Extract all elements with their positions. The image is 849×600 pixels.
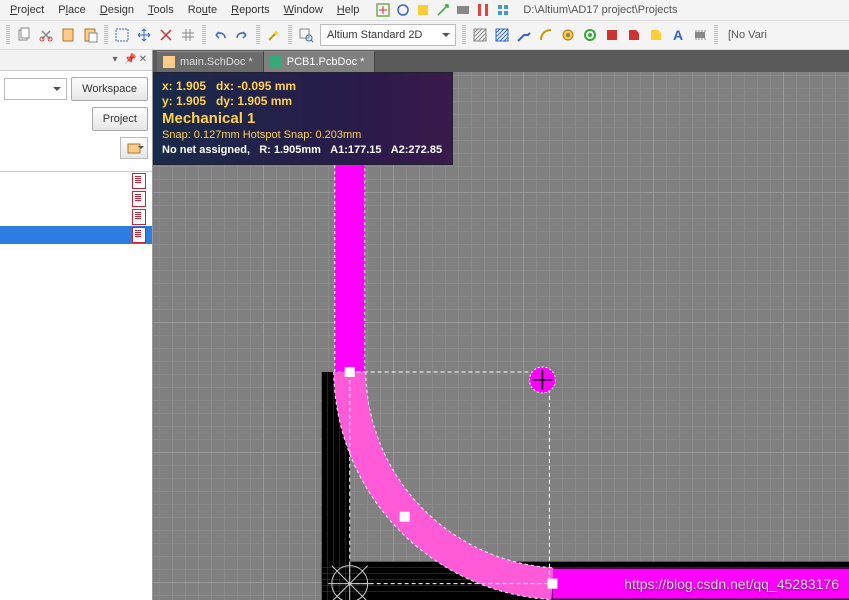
document-icon [132, 173, 146, 189]
select-rect-icon[interactable] [114, 27, 130, 43]
fill-icon[interactable] [604, 27, 620, 43]
list-item[interactable] [0, 172, 152, 190]
grip-icon [714, 25, 718, 45]
tool-icon[interactable] [435, 2, 451, 18]
list-item[interactable] [0, 226, 152, 244]
workspace-button[interactable]: Workspace [71, 77, 148, 101]
handle[interactable] [400, 512, 410, 522]
handle[interactable] [345, 367, 355, 377]
menu-help[interactable]: Help [331, 2, 366, 18]
close-icon[interactable]: ✕ [138, 55, 148, 65]
redo-icon[interactable] [234, 27, 250, 43]
svg-text:A: A [673, 27, 683, 43]
watermark: https://blog.csdn.net/qq_45283176 [624, 576, 839, 592]
workspace-select[interactable] [4, 78, 67, 100]
grip-icon [462, 25, 466, 45]
folder-icon [127, 141, 141, 155]
menu-design[interactable]: Design [94, 2, 140, 18]
handle[interactable] [547, 579, 557, 589]
pad-icon[interactable] [560, 27, 576, 43]
tool-icon[interactable] [395, 2, 411, 18]
move-icon[interactable] [136, 27, 152, 43]
document-tabs: main.SchDoc * PCB1.PcbDoc * [153, 50, 849, 72]
schdoc-icon [163, 56, 175, 68]
paste-icon[interactable] [60, 27, 76, 43]
menu-icon-group [375, 2, 511, 18]
pin-icon[interactable]: 📌 [124, 55, 134, 65]
menu-route[interactable]: Route [182, 2, 223, 18]
view-mode-select[interactable]: Altium Standard 2D [320, 24, 456, 46]
zoom-select-icon[interactable] [298, 27, 314, 43]
grip-icon [6, 25, 10, 45]
grip-icon [256, 25, 260, 45]
document-icon [132, 191, 146, 207]
cut-icon[interactable] [38, 27, 54, 43]
file-list [0, 171, 152, 600]
menu-place[interactable]: Place [52, 2, 92, 18]
undo-icon[interactable] [212, 27, 228, 43]
grip-icon [288, 25, 292, 45]
tool-icon[interactable] [455, 2, 471, 18]
tool-icon[interactable] [475, 2, 491, 18]
menu-tools[interactable]: Tools [142, 2, 180, 18]
tool-icon[interactable] [375, 2, 391, 18]
text-icon[interactable]: A [670, 27, 686, 43]
paste-icon[interactable] [82, 27, 98, 43]
hatch2-icon[interactable] [494, 27, 510, 43]
project-button[interactable]: Project [92, 107, 148, 131]
pcb-canvas[interactable]: x: 1.905 dx: -0.095 mm y: 1.905 dy: 1.90… [153, 72, 849, 600]
comp-icon[interactable] [692, 27, 708, 43]
tab-schdoc[interactable]: main.SchDoc * [157, 51, 264, 72]
menu-project[interactable]: PProjectroject [4, 2, 50, 18]
no-variation[interactable]: [No Vari [728, 29, 767, 41]
heads-up-display: x: 1.905 dx: -0.095 mm y: 1.905 dy: 1.90… [153, 72, 453, 165]
hatch-icon[interactable] [472, 27, 488, 43]
via-icon[interactable] [538, 27, 554, 43]
tool-icon[interactable] [495, 2, 511, 18]
poly2-icon[interactable] [648, 27, 664, 43]
wand-icon[interactable] [266, 27, 282, 43]
list-item[interactable] [0, 208, 152, 226]
tool-icon[interactable] [415, 2, 431, 18]
track-icon[interactable] [516, 27, 532, 43]
document-icon [132, 227, 146, 243]
grip-icon [202, 25, 206, 45]
file-path: D:\Altium\AD17 project\Projects [523, 4, 677, 16]
toolbar: Altium Standard 2D A [No Vari [0, 21, 849, 50]
tab-pcbdoc[interactable]: PCB1.PcbDoc * [264, 51, 376, 72]
deselect-icon[interactable] [158, 27, 174, 43]
grip-icon [104, 25, 108, 45]
dropdown-icon[interactable]: ▾ [110, 55, 120, 65]
panel-header: ▾ 📌 ✕ [0, 50, 152, 71]
poly-icon[interactable] [626, 27, 642, 43]
pcbdoc-icon [270, 56, 282, 68]
menu-reports[interactable]: Reports [225, 2, 276, 18]
list-item[interactable] [0, 190, 152, 208]
menu-bar: PProjectroject Place Design Tools Route … [0, 0, 849, 21]
menu-window[interactable]: Window [278, 2, 329, 18]
grid-icon[interactable] [180, 27, 196, 43]
project-panel: ▾ 📌 ✕ Workspace Project [0, 50, 153, 600]
document-icon [132, 209, 146, 225]
arc-track[interactable] [350, 372, 553, 584]
editor-area: main.SchDoc * PCB1.PcbDoc * [153, 50, 849, 600]
compile-button[interactable] [120, 137, 148, 159]
copy-icon[interactable] [16, 27, 32, 43]
via2-icon[interactable] [582, 27, 598, 43]
